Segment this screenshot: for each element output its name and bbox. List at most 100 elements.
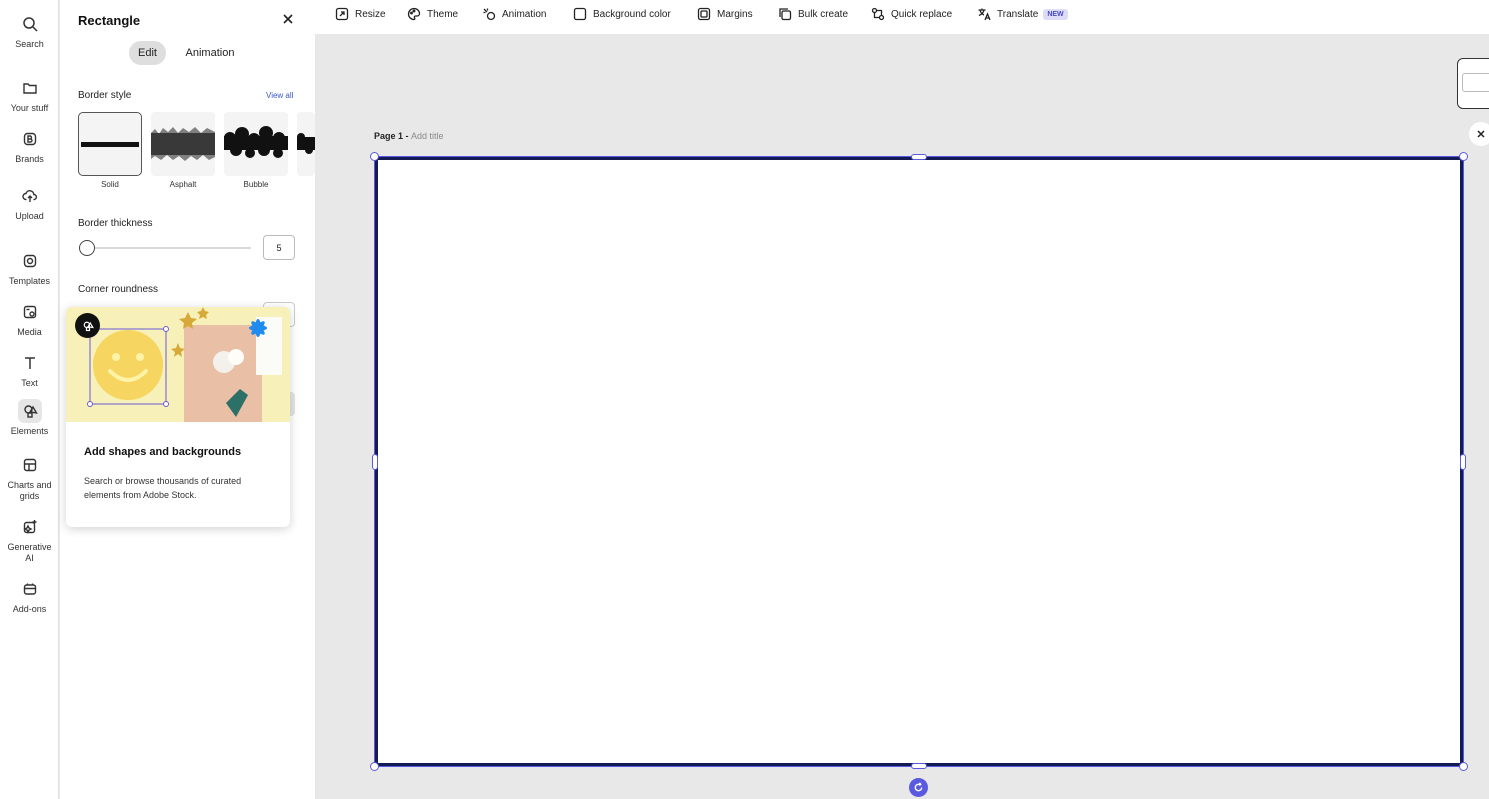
theme-label: Theme: [427, 8, 459, 20]
rail-label: Upload: [15, 211, 44, 221]
flower-shape: [249, 319, 267, 337]
onboarding-popup[interactable]: Add shapes and backgrounds Search or bro…: [66, 307, 290, 527]
border-style-bubble[interactable]: [224, 112, 288, 176]
right-panel-field[interactable]: [1462, 73, 1489, 92]
add-title-input[interactable]: Add title: [411, 131, 444, 141]
quick-replace-button[interactable]: Quick replace: [871, 5, 952, 23]
page-title-row: Page 1 - Add title: [374, 131, 444, 141]
more-style-preview: [297, 133, 315, 154]
rail-label: Brands: [15, 154, 44, 164]
resize-button[interactable]: Resize: [335, 5, 386, 23]
media-icon: [18, 300, 42, 324]
border-style-asphalt[interactable]: [151, 112, 215, 176]
resize-handle-right[interactable]: [1460, 454, 1466, 470]
tab-animation[interactable]: Animation: [178, 41, 242, 65]
resize-handle-left[interactable]: [372, 454, 378, 470]
bulk-create-icon: [779, 8, 792, 21]
resize-handle-bottom-right[interactable]: [1459, 762, 1468, 771]
page-number-label: Page 1 -: [374, 131, 412, 141]
rail-label: Charts and grids: [7, 480, 52, 501]
background-color-button[interactable]: Background color: [573, 5, 671, 23]
rail-add-ons[interactable]: Add-ons: [0, 577, 59, 615]
margins-icon: [697, 7, 711, 21]
border-thickness-label: Border thickness: [78, 218, 153, 229]
resize-handle-bottom-left[interactable]: [370, 762, 379, 771]
bubble-preview: [224, 126, 288, 158]
folder-icon: [18, 76, 42, 100]
bulk-create-button[interactable]: Bulk create: [778, 5, 848, 23]
rail-label: Add-ons: [12, 604, 47, 614]
solid-line-preview: [81, 142, 139, 147]
quick-replace-label: Quick replace: [891, 8, 953, 20]
resize-handle-bottom[interactable]: [911, 763, 927, 769]
design-canvas[interactable]: [375, 157, 1463, 766]
rail-media[interactable]: Media: [0, 300, 59, 338]
close-icon[interactable]: [281, 12, 295, 26]
rail-templates[interactable]: Templates: [0, 249, 59, 287]
rail-label: Elements: [10, 426, 49, 436]
background-color-label: Background color: [593, 8, 671, 20]
thickness-slider-knob[interactable]: [79, 240, 95, 256]
thickness-slider-track[interactable]: [86, 247, 251, 249]
border-style-more[interactable]: [297, 112, 315, 176]
animation-icon: [483, 8, 496, 21]
thickness-input[interactable]: 5: [263, 235, 295, 260]
resize-icon: [335, 7, 349, 21]
corner-roundness-label: Corner roundness: [78, 284, 159, 295]
style-caption: Bubble: [243, 180, 269, 189]
translate-icon: [978, 8, 991, 21]
rail-charts-and-grids[interactable]: Charts and grids: [0, 453, 59, 502]
close-icon: [1477, 130, 1485, 138]
rotate-handle[interactable]: [909, 778, 928, 797]
rail-brands[interactable]: Brands: [0, 127, 59, 165]
border-style-solid[interactable]: [78, 112, 142, 176]
rotate-icon: [914, 782, 923, 792]
new-badge: NEW: [1043, 8, 1068, 20]
style-caption: Asphalt: [169, 180, 197, 189]
top-toolbar: Resize Theme Animation Background color …: [315, 0, 1489, 34]
resize-handle-top-right[interactable]: [1459, 152, 1468, 161]
elements-icon: [17, 399, 42, 423]
quick-replace-icon: [871, 7, 885, 21]
rail-label: Generative AI: [7, 542, 52, 563]
popup-description: Search or browse thousands of curated el…: [84, 476, 242, 500]
rail-label: Templates: [8, 276, 51, 286]
text-icon: [18, 351, 42, 375]
rail-elements[interactable]: Elements: [0, 399, 59, 437]
margins-button[interactable]: Margins: [697, 5, 753, 23]
popup-title: Add shapes and backgrounds: [84, 446, 242, 458]
close-panel-button[interactable]: [1469, 122, 1489, 146]
rail-text[interactable]: Text: [0, 351, 59, 389]
bulk-create-label: Bulk create: [798, 8, 849, 20]
translate-button[interactable]: Translate NEW: [977, 5, 1068, 23]
elements-badge-icon: [75, 313, 100, 338]
sparkle-icon: [18, 515, 42, 539]
rail-label: Search: [15, 39, 44, 49]
templates-icon: [18, 249, 42, 273]
resize-handle-top-left[interactable]: [370, 152, 379, 161]
theme-button[interactable]: Theme: [407, 5, 458, 23]
animation-button[interactable]: Animation: [482, 5, 546, 23]
charts-icon: [18, 453, 42, 477]
addons-icon: [18, 577, 42, 601]
rail-upload[interactable]: Upload: [0, 184, 59, 222]
search-icon: [18, 12, 42, 36]
border-style-label: Border style: [78, 90, 132, 101]
asphalt-preview: [151, 127, 215, 161]
margins-label: Margins: [717, 8, 753, 20]
rail-your-stuff[interactable]: Your stuff: [0, 76, 59, 114]
tab-edit[interactable]: Edit: [129, 41, 166, 65]
rail-label: Text: [21, 378, 38, 388]
resize-label: Resize: [355, 8, 386, 20]
rail-label: Your stuff: [10, 103, 49, 113]
resize-handle-top[interactable]: [911, 154, 927, 160]
animation-label: Animation: [502, 8, 547, 20]
left-rail: Search Your stuff Brands Upload Template…: [0, 0, 59, 799]
style-caption: Solid: [101, 180, 119, 189]
rail-search[interactable]: Search: [0, 12, 59, 50]
view-all-link[interactable]: View all: [266, 91, 293, 100]
panel-title: Rectangle: [78, 13, 141, 28]
upload-icon: [18, 184, 42, 208]
rail-generative-ai[interactable]: Generative AI: [0, 515, 59, 564]
popup-illustration: [66, 307, 290, 422]
